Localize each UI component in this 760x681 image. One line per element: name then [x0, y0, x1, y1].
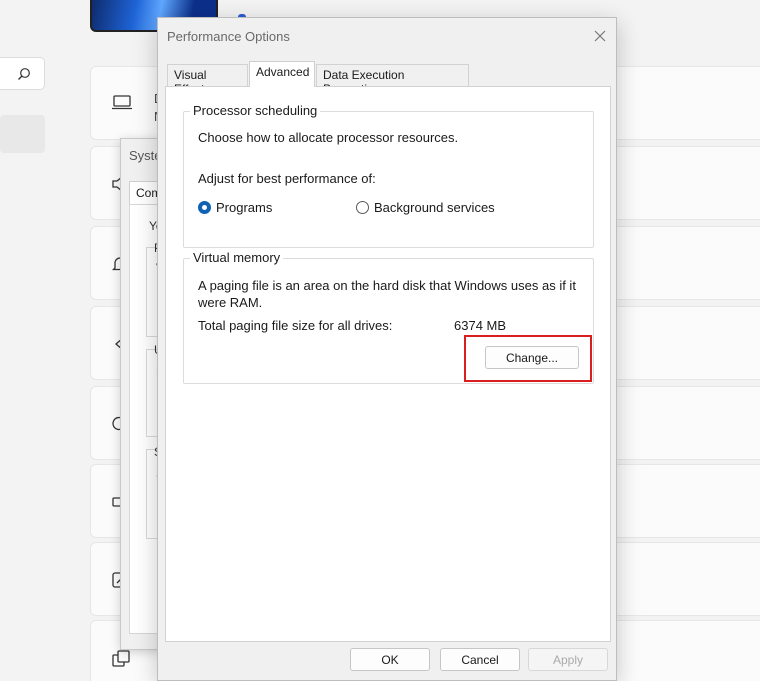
programs-radio[interactable]: Programs: [198, 200, 272, 215]
adjust-performance-label: Adjust for best performance of:: [198, 171, 376, 186]
radio-indicator: [356, 201, 369, 214]
cancel-button[interactable]: Cancel: [440, 648, 520, 671]
ok-button[interactable]: OK: [350, 648, 430, 671]
virtual-memory-group: Virtual memory A paging file is an area …: [183, 250, 594, 384]
copy-windows-icon: [112, 650, 130, 667]
close-button[interactable]: [591, 27, 609, 45]
tab-advanced[interactable]: Advanced: [249, 61, 315, 87]
settings-search-box[interactable]: [0, 57, 45, 90]
radio-indicator: [198, 201, 211, 214]
laptop-icon: [112, 95, 132, 110]
radio-label: Programs: [216, 200, 273, 215]
tab-data-execution-prevention[interactable]: Data Execution Prevention: [316, 64, 469, 96]
group-legend: Processor scheduling: [190, 103, 321, 118]
processor-scheduling-group: Processor scheduling Choose how to alloc…: [183, 103, 594, 248]
close-icon: [594, 30, 606, 42]
total-paging-value: 6374 MB: [454, 318, 507, 333]
group-legend: Virtual memory: [190, 250, 284, 265]
advanced-tab-panel: Processor scheduling Choose how to alloc…: [165, 86, 611, 642]
performance-options-dialog[interactable]: Performance Options Visual Effects Advan…: [157, 17, 617, 681]
dialog-title: Performance Options: [167, 29, 290, 44]
total-paging-label: Total paging file size for all drives:: [198, 318, 393, 333]
background-services-radio[interactable]: Background services: [356, 200, 495, 215]
search-icon: [18, 68, 30, 80]
change-virtual-memory-button[interactable]: Change...: [485, 346, 579, 369]
virtual-memory-description: A paging file is an area on the hard dis…: [198, 278, 576, 310]
tab-label: Advanced: [256, 65, 310, 79]
tab-visual-effects[interactable]: Visual Effects: [167, 64, 248, 96]
apply-button[interactable]: Apply: [528, 648, 608, 671]
radio-label: Background services: [374, 200, 495, 215]
processor-description: Choose how to allocate processor resourc…: [198, 130, 459, 145]
nav-selected-item[interactable]: [0, 115, 45, 153]
